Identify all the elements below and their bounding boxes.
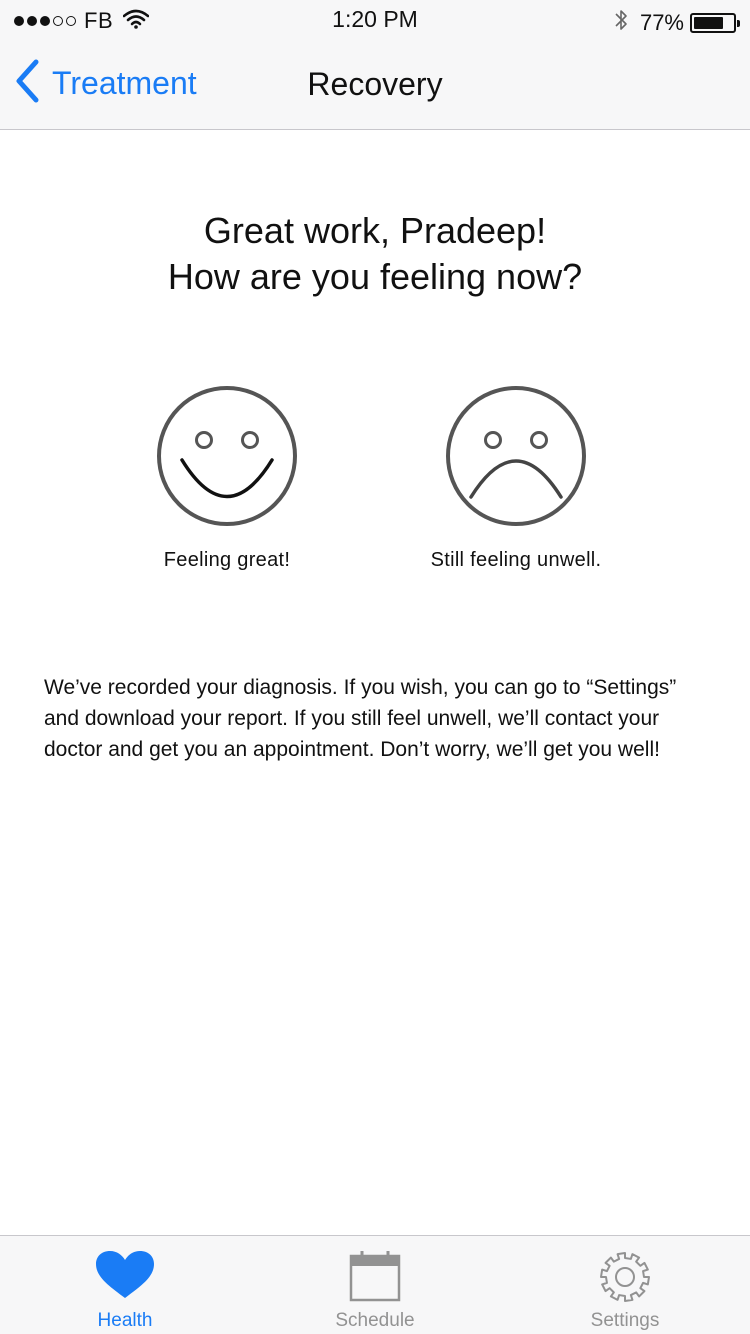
navigation-bar: Treatment Recovery — [0, 40, 750, 130]
info-paragraph: We’ve recorded your diagnosis. If you wi… — [44, 676, 677, 761]
sad-face-icon — [406, 385, 626, 527]
battery-icon — [690, 12, 740, 33]
feeling-great-label: Feeling great! — [163, 549, 291, 571]
page-title: Recovery — [307, 66, 443, 102]
still-unwell-button[interactable]: Still feeling unwell. — [406, 385, 626, 572]
gear-outline — [600, 1252, 650, 1302]
tab-settings-label: Settings — [590, 1310, 660, 1331]
status-right: 77% — [614, 8, 740, 37]
tab-health-label: Health — [97, 1310, 153, 1331]
tab-settings[interactable]: Settings — [500, 1236, 750, 1334]
battery-percent: 77% — [639, 9, 684, 35]
still-unwell-label: Still feeling unwell. — [430, 549, 602, 571]
feeling-great-button[interactable]: Feeling great! — [117, 385, 337, 572]
greeting-line-1: Great work, Pradeep! — [203, 210, 547, 251]
tab-schedule-label: Schedule — [335, 1310, 415, 1331]
greeting: Great work, Pradeep! How are you feeling… — [0, 208, 750, 300]
status-bar: FB 1:20 PM 77% — [0, 0, 750, 40]
greeting-line-2: How are you feeling now? — [167, 256, 583, 297]
recovery-screen: FB 1:20 PM 77% Treatment Recovery Great … — [0, 0, 750, 1334]
bluetooth-icon — [614, 8, 628, 37]
tab-health[interactable]: Health — [0, 1236, 250, 1334]
smiley-face-icon — [117, 385, 337, 527]
tab-bar: Health Schedule Settings — [0, 1235, 750, 1334]
tab-schedule[interactable]: Schedule — [250, 1236, 500, 1334]
